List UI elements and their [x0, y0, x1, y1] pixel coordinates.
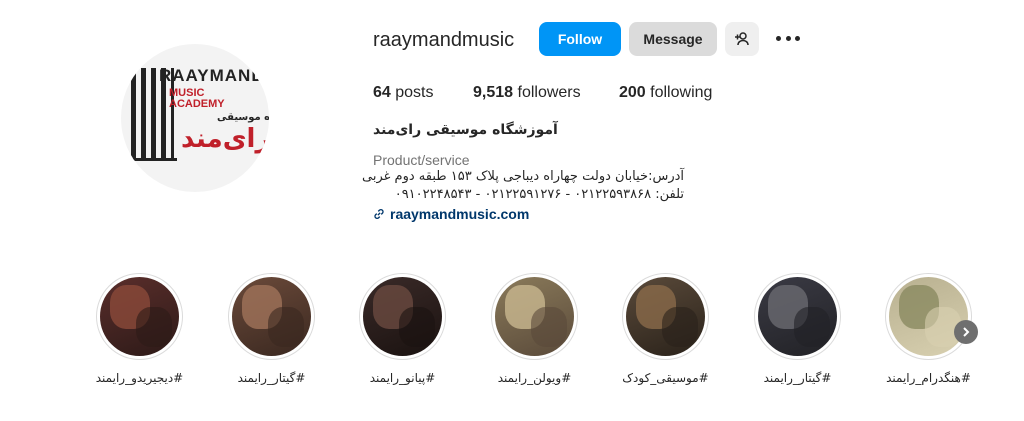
highlight-ring [754, 273, 841, 360]
story-highlight[interactable]: #گیتار_رایمند [228, 273, 315, 385]
story-highlight[interactable]: #گیتار_رایمند [754, 273, 841, 385]
highlight-label: #گیتار_رایمند [237, 371, 306, 385]
highlight-label: #هنگدرام_رایمند [886, 371, 971, 385]
link-icon [374, 209, 384, 219]
highlight-cover-image [100, 277, 179, 356]
story-highlight[interactable]: #هنگدرام_رایمند [885, 273, 972, 385]
logo-persian-subtitle: آموزشگاه موسیقی [217, 112, 269, 123]
bio-address: آدرس:خیابان دولت چهاراه دیباجی پلاک ۱۵۳ … [361, 169, 684, 184]
highlight-label: #موسیقی_کودک [622, 371, 709, 385]
highlight-cover-image [626, 277, 705, 356]
highlight-ring [491, 273, 578, 360]
add-user-icon [735, 32, 749, 46]
chevron-right-icon [963, 327, 970, 337]
story-highlight[interactable]: #دیجیریدو_رایمند [96, 273, 183, 385]
followers-count[interactable]: 9,518 followers [473, 84, 581, 102]
story-highlight[interactable]: #پیانو_رایمند [359, 273, 446, 385]
highlight-cover-image [758, 277, 837, 356]
more-dot [795, 35, 800, 41]
logo-persian-title: رای‌مند [181, 124, 269, 154]
following-count[interactable]: 200 following [619, 84, 712, 102]
highlight-ring [622, 273, 709, 360]
bio-phone: تلفن: ۰۲۱۲۲۵۹۳۸۶۸ - ۰۲۱۲۲۵۹۱۲۷۶ - ۰۹۱۰۲۲… [394, 187, 684, 202]
more-dot [776, 35, 781, 41]
highlight-cover-image [363, 277, 442, 356]
logo-subtitle: MUSIC ACADEMY [169, 87, 225, 110]
suggest-user-button[interactable] [725, 22, 759, 56]
story-highlight[interactable]: #ویولن_رایمند [491, 273, 578, 385]
more-options-button[interactable] [776, 28, 800, 48]
profile-category: Product/service [373, 152, 470, 168]
highlight-cover-image [889, 277, 968, 356]
follow-button[interactable]: Follow [539, 22, 621, 56]
highlight-ring [359, 273, 446, 360]
highlight-label: #ویولن_رایمند [497, 371, 572, 385]
highlight-cover-image [495, 277, 574, 356]
profile-username: raaymandmusic [373, 29, 515, 51]
logo-title: RAAYMAND [159, 66, 265, 85]
profile-website-link[interactable]: raaymandmusic.com [373, 206, 529, 222]
posts-count: 64 posts [373, 84, 434, 101]
more-dot [785, 35, 791, 41]
highlights-next-button[interactable] [954, 320, 978, 344]
highlight-label: #پیانو_رایمند [369, 371, 436, 385]
profile-full-name: آموزشگاه موسیقی رای‌مند [373, 122, 558, 138]
highlight-label: #دیجیریدو_رایمند [95, 371, 184, 385]
message-button[interactable]: Message [629, 22, 717, 56]
highlight-cover-image [232, 277, 311, 356]
story-highlight[interactable]: #موسیقی_کودک [622, 273, 709, 385]
highlight-label: #گیتار_رایمند [763, 371, 832, 385]
highlight-ring [885, 273, 972, 360]
highlight-ring [96, 273, 183, 360]
highlight-ring [228, 273, 315, 360]
profile-avatar[interactable]: RAAYMAND MUSIC ACADEMY آموزشگاه موسیقی ر… [121, 44, 269, 192]
